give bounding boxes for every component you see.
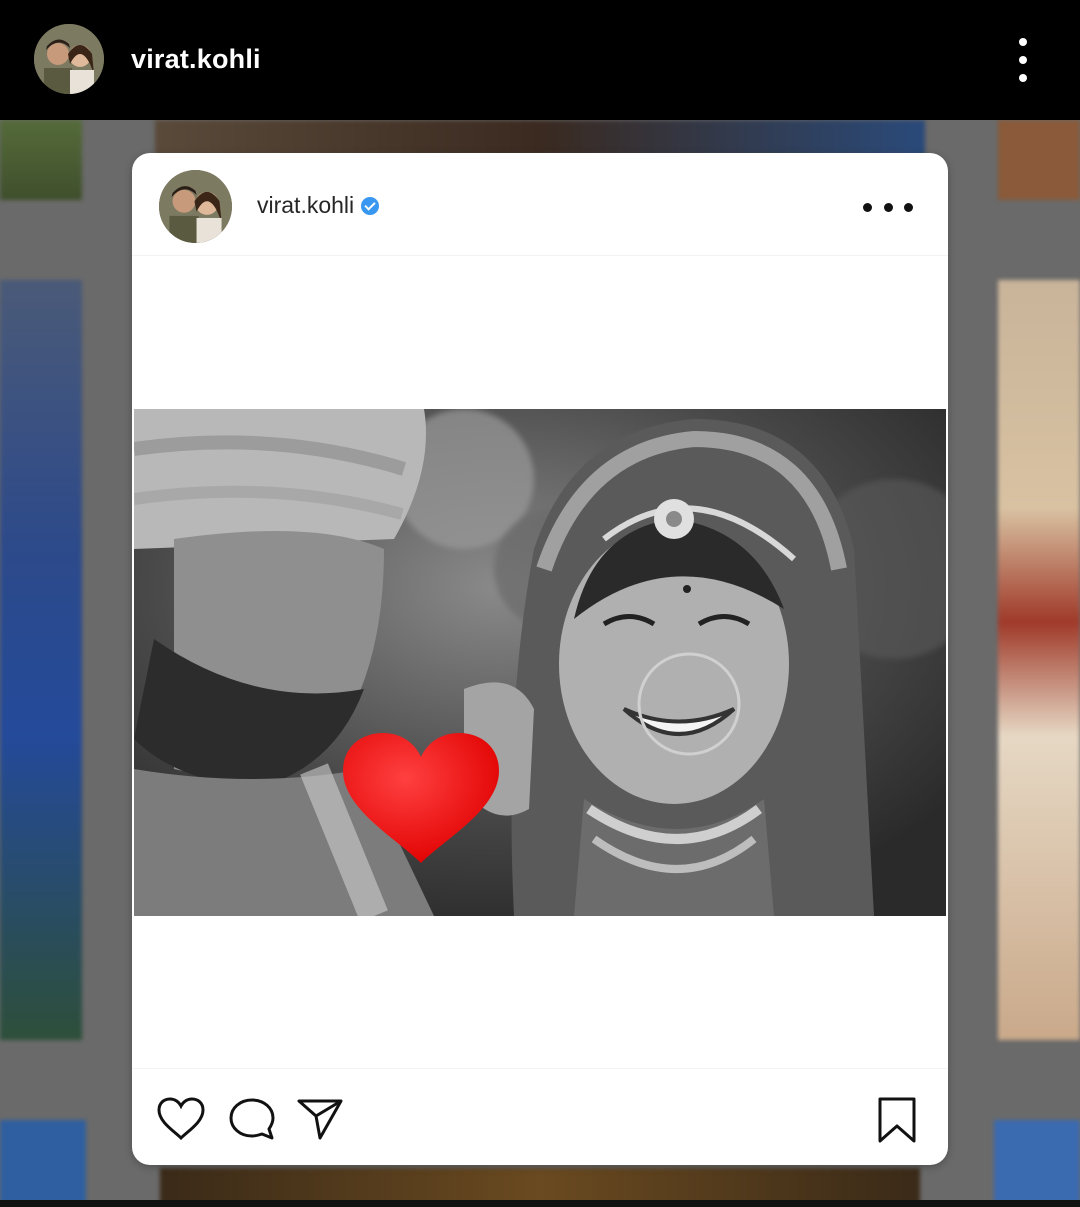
background-tile <box>0 280 82 1040</box>
background-tile <box>0 120 82 200</box>
background-tile <box>998 280 1080 1040</box>
paper-plane-icon[interactable] <box>296 1096 344 1147</box>
heart-outline-icon[interactable] <box>156 1096 206 1147</box>
divider <box>132 255 948 256</box>
profile-username[interactable]: virat.kohli <box>131 44 261 75</box>
post-image[interactable] <box>134 409 946 916</box>
background-tile <box>998 120 1080 200</box>
more-vertical-icon[interactable] <box>1006 38 1040 82</box>
profile-header: virat.kohli <box>0 0 1080 120</box>
comment-bubble-icon[interactable] <box>228 1096 276 1147</box>
post-username[interactable]: virat.kohli <box>257 192 354 219</box>
background-tile <box>0 1120 86 1207</box>
background-tile <box>155 120 925 155</box>
bookmark-icon[interactable] <box>876 1096 918 1149</box>
background-tile <box>994 1120 1080 1207</box>
post-username-row[interactable]: virat.kohli <box>257 192 380 219</box>
post-card: virat.kohli <box>132 153 948 1165</box>
more-horizontal-icon[interactable] <box>863 203 913 213</box>
post-avatar[interactable] <box>159 170 232 243</box>
avatar[interactable] <box>34 24 104 94</box>
red-heart-icon <box>337 729 505 867</box>
verified-badge-icon <box>361 196 380 215</box>
bottom-strip <box>0 1200 1080 1207</box>
divider <box>132 1068 948 1069</box>
